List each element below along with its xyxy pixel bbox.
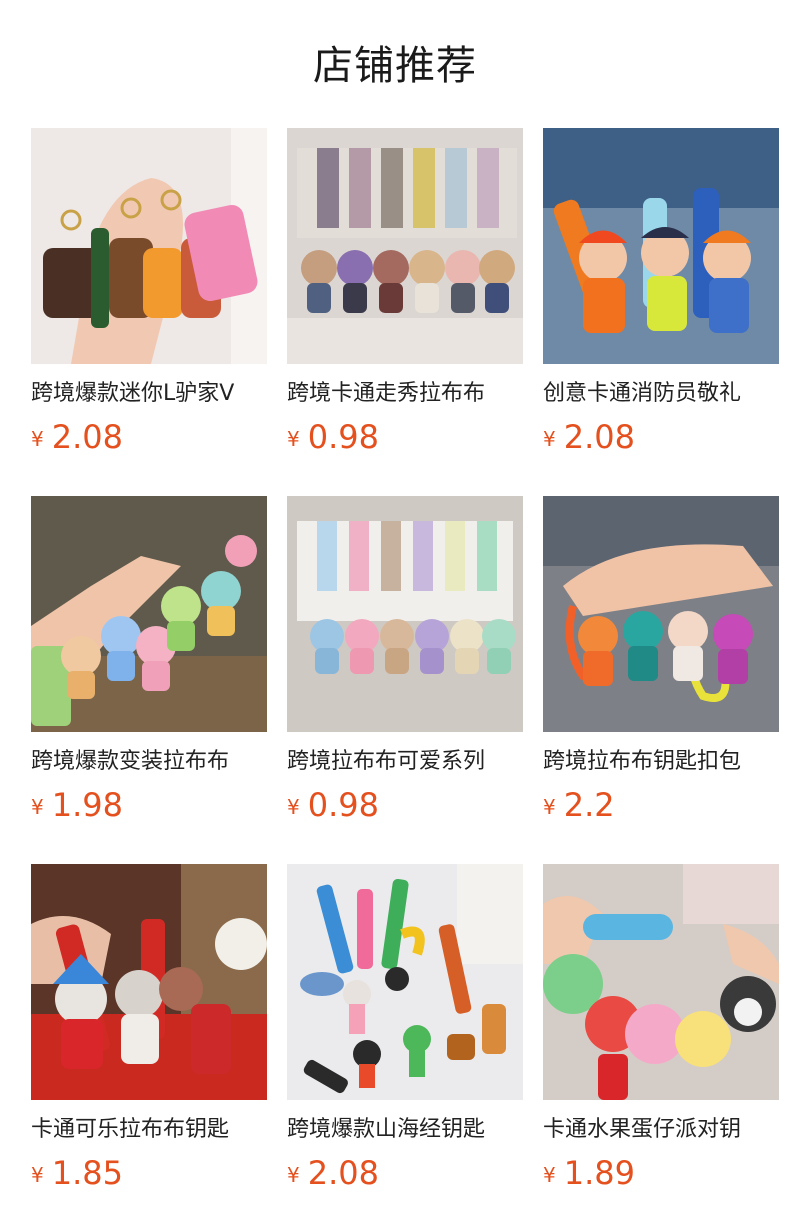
keychain-cola-labubu-image: [31, 864, 267, 1100]
currency-symbol: ¥: [543, 795, 556, 819]
price-value: 0.98: [307, 786, 379, 824]
currency-symbol: ¥: [543, 1163, 556, 1187]
price-value: 2.2: [563, 786, 615, 824]
product-name[interactable]: 跨境爆款迷你L驴家V: [31, 378, 267, 410]
product-name[interactable]: 卡通水果蛋仔派对钥: [543, 1114, 779, 1146]
product-price: ¥2.08: [287, 1153, 379, 1199]
currency-symbol: ¥: [31, 795, 44, 819]
product-image[interactable]: [31, 128, 267, 364]
product-card[interactable]: 卡通可乐拉布布钥匙 ¥1.85: [31, 864, 267, 1204]
product-image[interactable]: [31, 496, 267, 732]
product-price: ¥1.89: [543, 1153, 635, 1199]
currency-symbol: ¥: [543, 427, 556, 451]
keychain-costume-labubu-image: [31, 496, 267, 732]
product-image[interactable]: [287, 496, 523, 732]
keychain-eggy-party-image: [543, 864, 779, 1100]
product-card[interactable]: 跨境拉布布钥匙扣包 ¥2.2: [543, 496, 779, 836]
product-card[interactable]: 跨境爆款山海经钥匙 ¥2.08: [287, 864, 523, 1204]
price-value: 2.08: [563, 418, 635, 456]
product-card[interactable]: 创意卡通消防员敬礼 ¥2.08: [543, 128, 779, 468]
product-image[interactable]: [543, 128, 779, 364]
keychain-labubu-display-image: [287, 128, 523, 364]
product-price: ¥1.85: [31, 1153, 123, 1199]
keychain-bags-image: [31, 128, 267, 364]
product-card[interactable]: 卡通水果蛋仔派对钥 ¥1.89: [543, 864, 779, 1204]
product-price: ¥2.08: [31, 417, 123, 463]
product-price: ¥2.2: [543, 785, 615, 831]
product-price: ¥1.98: [31, 785, 123, 831]
price-value: 1.85: [51, 1154, 123, 1192]
product-card[interactable]: 跨境拉布布可爱系列 ¥0.98: [287, 496, 523, 836]
currency-symbol: ¥: [31, 1163, 44, 1187]
page-title: 店铺推荐: [313, 43, 477, 89]
product-card[interactable]: 跨境卡通走秀拉布布 ¥0.98: [287, 128, 523, 468]
currency-symbol: ¥: [31, 427, 44, 451]
price-value: 1.98: [51, 786, 123, 824]
price-value: 2.08: [307, 1154, 379, 1192]
product-card[interactable]: 跨境爆款变装拉布布 ¥1.98: [31, 496, 267, 836]
product-name[interactable]: 跨境拉布布可爱系列: [287, 746, 523, 778]
keychain-fireman-image: [543, 128, 779, 364]
product-image[interactable]: [287, 864, 523, 1100]
product-price: ¥2.08: [543, 417, 635, 463]
product-image[interactable]: [543, 496, 779, 732]
product-price: ¥0.98: [287, 417, 379, 463]
product-price: ¥0.98: [287, 785, 379, 831]
currency-symbol: ¥: [287, 427, 300, 451]
price-value: 1.89: [563, 1154, 635, 1192]
product-name[interactable]: 卡通可乐拉布布钥匙: [31, 1114, 267, 1146]
price-value: 0.98: [307, 418, 379, 456]
keychain-shanhaijing-image: [287, 864, 523, 1100]
product-image[interactable]: [543, 864, 779, 1100]
currency-symbol: ¥: [287, 1163, 300, 1187]
product-name[interactable]: 跨境卡通走秀拉布布: [287, 378, 523, 410]
product-name[interactable]: 创意卡通消防员敬礼: [543, 378, 779, 410]
price-value: 2.08: [51, 418, 123, 456]
currency-symbol: ¥: [287, 795, 300, 819]
keychain-labubu-hoodie-image: [543, 496, 779, 732]
product-name[interactable]: 跨境爆款变装拉布布: [31, 746, 267, 778]
product-image[interactable]: [31, 864, 267, 1100]
product-name[interactable]: 跨境爆款山海经钥匙: [287, 1114, 523, 1146]
keychain-cute-labubu-image: [287, 496, 523, 732]
product-name[interactable]: 跨境拉布布钥匙扣包: [543, 746, 779, 778]
product-image[interactable]: [287, 128, 523, 364]
product-card[interactable]: 跨境爆款迷你L驴家V ¥2.08: [31, 128, 267, 468]
